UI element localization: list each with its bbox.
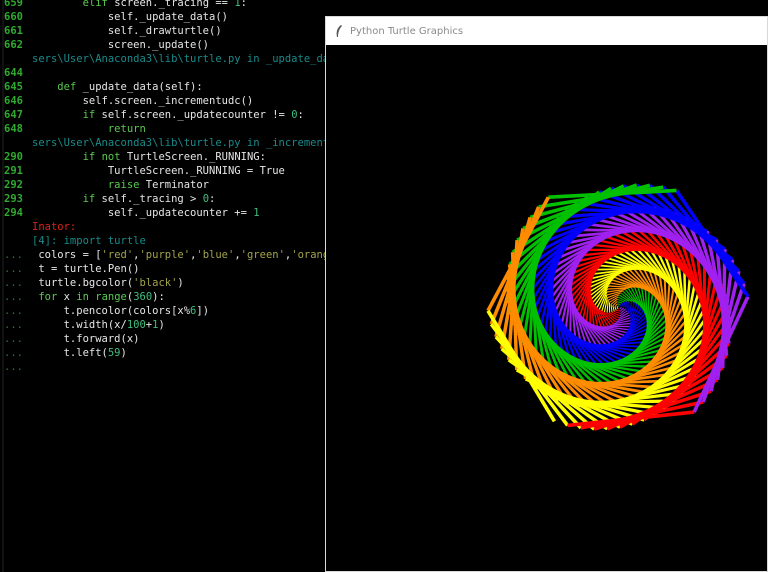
- code-text: turtle.bgcolor('black'): [32, 277, 184, 289]
- line-number: ...: [4, 277, 23, 289]
- spiral-segment: [623, 301, 627, 310]
- code-line: sers\User\Anaconda3\lib\turtle.py in _in…: [4, 136, 348, 150]
- code-text: t.width(x/100+1): [32, 319, 165, 331]
- line-number: ...: [4, 333, 23, 345]
- line-number: 660: [4, 11, 23, 23]
- code-line: 644: [4, 66, 32, 80]
- spiral-segment: [614, 303, 618, 307]
- code-text: elif screen._tracing == 1:: [82, 0, 247, 9]
- line-number: ...: [4, 361, 23, 373]
- spiral-segment: [617, 303, 621, 305]
- code-text: raise Terminator: [107, 179, 210, 191]
- code-text: Inator:: [32, 221, 77, 233]
- code-text: if self._tracing > 0:: [82, 193, 216, 205]
- line-number: ...: [4, 319, 23, 331]
- line-number: 661: [4, 25, 23, 37]
- spiral-segment: [606, 300, 609, 313]
- code-text: sers\User\Anaconda3\lib\turtle.py in _in…: [32, 137, 349, 149]
- line-number: 644: [4, 67, 23, 79]
- code-text: TurtleScreen._RUNNING = True: [32, 165, 285, 177]
- code-line: [4]: import turtle: [4, 234, 146, 248]
- spiral-segment: [607, 287, 629, 290]
- code-line: 294 self._updatecounter += 1: [4, 206, 260, 220]
- code-line: 647 if self.screen._updatecounter != 0:: [4, 108, 304, 122]
- code-text: if not TurtleScreen._RUNNING:: [82, 151, 266, 163]
- code-text: t.pencolor(colors[x%6]): [32, 305, 210, 317]
- code-line: 291 TurtleScreen._RUNNING = True: [4, 164, 285, 178]
- line-number: 290: [4, 151, 23, 163]
- window-title: Python Turtle Graphics: [350, 25, 464, 37]
- line-number: ...: [4, 347, 23, 359]
- spiral-segment: [626, 301, 628, 311]
- code-text: self._updatecounter += 1: [32, 207, 260, 219]
- code-text: self._update_data(): [32, 11, 228, 23]
- code-line: 646 self.screen._incrementudc(): [4, 94, 253, 108]
- code-text: return: [107, 123, 146, 135]
- line-number: ...: [4, 263, 23, 275]
- spiral-segment: [619, 306, 622, 310]
- spiral-segment: [616, 306, 619, 310]
- line-number: 646: [4, 95, 23, 107]
- spiral-segment: [621, 302, 625, 308]
- code-line: ... turtle.bgcolor('black'): [4, 276, 184, 290]
- code-line: Inator:: [4, 220, 76, 234]
- line-number: ...: [4, 305, 23, 317]
- line-number: 659: [4, 0, 23, 9]
- code-text: t.left(59): [32, 347, 127, 359]
- window-titlebar[interactable]: Python Turtle Graphics: [326, 17, 767, 45]
- code-line: ... t = turtle.Pen(): [4, 262, 139, 276]
- spiral-segment: [616, 301, 623, 304]
- code-line: 645 def _update_data(self):: [4, 80, 203, 94]
- line-number: ...: [4, 291, 23, 303]
- spiral-segment: [610, 304, 613, 313]
- line-number: ...: [4, 249, 23, 261]
- turtle-canvas[interactable]: [326, 45, 767, 571]
- code-text: t = turtle.Pen(): [32, 263, 140, 275]
- code-text: sers\User\Anaconda3\lib\turtle.py in _up…: [32, 53, 342, 65]
- code-line: 662 screen._update(): [4, 38, 209, 52]
- spiral-segment: [616, 309, 621, 312]
- spiral-drawing: [486, 183, 750, 431]
- line-number: 647: [4, 109, 23, 121]
- line-number: 662: [4, 39, 23, 51]
- line-number: 293: [4, 193, 23, 205]
- code-line: ... t.width(x/100+1): [4, 318, 165, 332]
- turtle-graphics-window[interactable]: Python Turtle Graphics: [325, 16, 768, 572]
- code-line: ... for x in range(360):: [4, 290, 165, 304]
- code-text: if self.screen._updatecounter != 0:: [82, 109, 304, 121]
- line-number: 294: [4, 207, 23, 219]
- code-line: 290 if not TurtleScreen._RUNNING:: [4, 150, 266, 164]
- code-text: self.screen._incrementudc(): [32, 95, 254, 107]
- line-number: 645: [4, 81, 23, 93]
- spiral-lines: [486, 183, 750, 431]
- code-line: 660 self._update_data(): [4, 10, 228, 24]
- python-feather-icon: [336, 25, 342, 37]
- code-line: ... t.forward(x): [4, 332, 139, 346]
- code-line: ... t.pencolor(colors[x%6]): [4, 304, 209, 318]
- spiral-segment: [648, 183, 741, 273]
- line-number: 292: [4, 179, 23, 191]
- code-line: ...: [4, 360, 32, 374]
- code-text: self._drawturtle(): [32, 25, 222, 37]
- spiral-segment: [614, 306, 617, 311]
- code-line: 661 self._drawturtle(): [4, 24, 222, 38]
- code-line: ... t.left(59): [4, 346, 127, 360]
- spiral-segment: [612, 305, 615, 312]
- line-number: 648: [4, 123, 23, 135]
- code-line: 292 raise Terminator: [4, 178, 209, 192]
- code-line: 659 elif screen._tracing == 1:: [4, 0, 247, 10]
- code-text: [4]: import turtle: [32, 235, 146, 247]
- code-text: for x in range(360):: [38, 291, 165, 303]
- code-line: 648 return: [4, 122, 146, 136]
- spiral-segment: [619, 304, 622, 308]
- code-text: t.forward(x): [32, 333, 140, 345]
- line-number: 291: [4, 165, 23, 177]
- code-text: screen._update(): [32, 39, 210, 51]
- code-line: sers\User\Anaconda3\lib\turtle.py in _up…: [4, 52, 342, 66]
- code-line: 293 if self._tracing > 0:: [4, 192, 215, 206]
- code-text: def _update_data(self):: [57, 81, 203, 93]
